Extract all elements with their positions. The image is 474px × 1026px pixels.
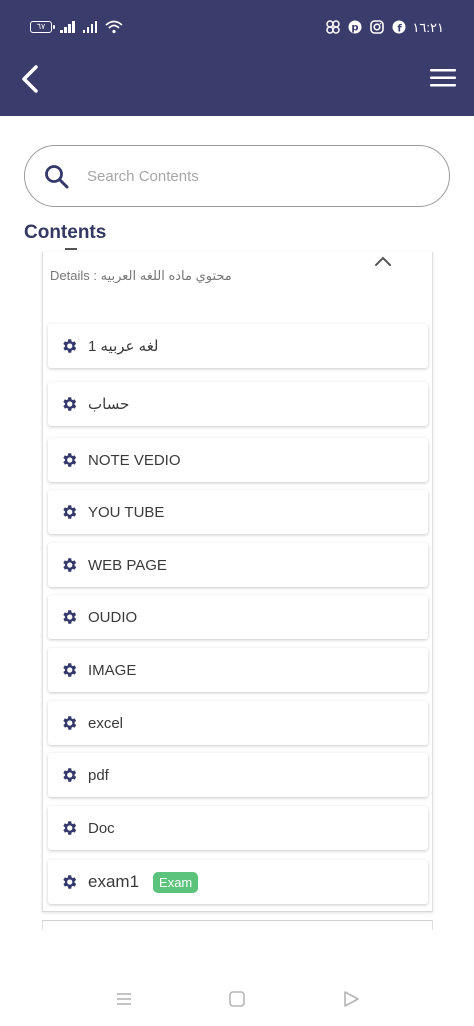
- notification-icons: p f: [326, 20, 406, 34]
- gear-icon: [63, 716, 77, 730]
- status-time: ١٦:٢١: [412, 20, 444, 35]
- search-input[interactable]: [87, 160, 427, 192]
- gear-icon: [63, 663, 77, 677]
- status-bar: ٦٧ p f ١٦:٢١: [0, 0, 474, 42]
- content-item[interactable]: NOTE VEDIO: [48, 438, 428, 482]
- item-label: IMAGE: [88, 661, 137, 679]
- content-item[interactable]: OUDIO: [48, 595, 428, 639]
- content-item[interactable]: Doc: [48, 806, 428, 850]
- clipped-title: [65, 248, 77, 252]
- item-label: exam1: [88, 872, 140, 891]
- gear-icon: [63, 505, 77, 519]
- gear-icon: [63, 558, 77, 572]
- gear-icon: [63, 768, 77, 782]
- back-arrow-icon[interactable]: [18, 64, 46, 94]
- hamburger-menu-icon[interactable]: [430, 68, 456, 88]
- content-item[interactable]: IMAGE: [48, 648, 428, 692]
- app-icon: [326, 20, 340, 34]
- battery-icon: ٦٧: [30, 21, 55, 33]
- facebook-icon: f: [392, 20, 406, 34]
- content-item[interactable]: excel: [48, 701, 428, 745]
- content-item-exam[interactable]: exam1 Exam: [48, 860, 428, 904]
- svg-text:p: p: [351, 23, 358, 34]
- content-item[interactable]: pdf: [48, 753, 428, 797]
- section-title: Contents: [24, 222, 107, 243]
- signal-icon-2: [82, 21, 97, 33]
- gear-icon: [63, 821, 77, 835]
- item-label: excel: [88, 714, 124, 732]
- svg-text:f: f: [397, 24, 402, 35]
- search-icon: [45, 165, 69, 189]
- app-bar: [0, 42, 474, 116]
- gear-icon: [63, 875, 77, 889]
- content-item[interactable]: YOU TUBE: [48, 490, 428, 534]
- item-label: OUDIO: [88, 608, 138, 626]
- system-nav-bar: [0, 975, 474, 1026]
- search-box[interactable]: [24, 145, 450, 207]
- recent-apps-icon[interactable]: [114, 989, 134, 1009]
- signal-icon: [60, 21, 75, 33]
- panel-details: Details : محتوي ماده اللغه العربيه: [50, 268, 232, 283]
- gear-icon: [63, 453, 77, 467]
- item-label: Doc: [88, 819, 115, 837]
- instagram-icon: [370, 20, 384, 34]
- back-nav-icon[interactable]: [341, 989, 361, 1009]
- next-panel[interactable]: [42, 920, 433, 930]
- content-item[interactable]: WEB PAGE: [48, 543, 428, 587]
- status-left: ٦٧: [30, 20, 123, 34]
- item-label: حساب: [88, 396, 130, 413]
- item-label: WEB PAGE: [88, 556, 167, 574]
- content-item[interactable]: حساب: [48, 382, 428, 426]
- exam-badge: Exam: [153, 871, 199, 893]
- gear-icon: [63, 339, 77, 353]
- gear-icon: [63, 397, 77, 411]
- chevron-up-icon[interactable]: [374, 252, 392, 270]
- item-label: pdf: [88, 766, 109, 784]
- home-icon[interactable]: [227, 989, 247, 1009]
- pinterest-icon: p: [348, 20, 362, 34]
- content-panel: Details : محتوي ماده اللغه العربيه لغه ع…: [42, 248, 433, 912]
- wifi-icon: [105, 20, 123, 34]
- item-label: NOTE VEDIO: [88, 451, 181, 469]
- gear-icon: [63, 610, 77, 624]
- item-label: YOU TUBE: [88, 503, 165, 521]
- item-label: لغه عربيه 1: [88, 338, 159, 355]
- content-item[interactable]: لغه عربيه 1: [48, 324, 428, 368]
- battery-level: ٦٧: [36, 22, 46, 31]
